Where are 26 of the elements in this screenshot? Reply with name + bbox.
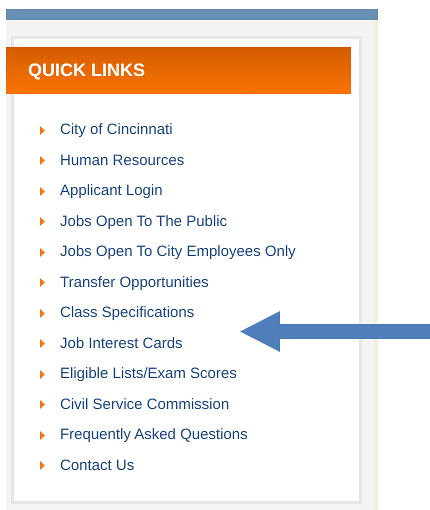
quick-link[interactable]: Jobs Open To City Employees Only	[60, 241, 296, 264]
quick-link[interactable]: Contact Us	[60, 454, 134, 477]
bullet-arrow-icon	[40, 278, 45, 288]
bullet-arrow-icon	[40, 156, 45, 166]
bullet-arrow-icon	[40, 217, 45, 226]
bullet-arrow-icon	[40, 186, 45, 196]
bullet-arrow-icon	[40, 308, 45, 318]
bullet-arrow-icon	[40, 126, 45, 135]
bullet-arrow-icon	[40, 400, 45, 410]
quick-link[interactable]: Eligible Lists/Exam Scores	[60, 363, 237, 386]
quick-link[interactable]: Jobs Open To The Public	[60, 210, 228, 233]
bullet-arrow-icon	[40, 339, 45, 348]
quick-link[interactable]: Transfer Opportunities	[60, 272, 209, 294]
quick-link[interactable]: Applicant Login	[60, 180, 163, 202]
quick-link[interactable]: Class Specifications	[60, 302, 194, 324]
quick-link[interactable]: Human Resources	[60, 150, 184, 172]
quick-link[interactable]: City of Cincinnati	[60, 119, 173, 142]
bullet-arrow-icon	[40, 430, 45, 440]
panel-title: QUICK LINKS	[28, 59, 145, 82]
pointer-arrow-icon	[240, 311, 430, 352]
bullet-arrow-icon	[40, 461, 45, 470]
quick-link[interactable]: Job Interest Cards	[60, 332, 183, 355]
quick-link[interactable]: Civil Service Commission	[60, 394, 230, 416]
quick-link[interactable]: Frequently Asked Questions	[60, 424, 248, 446]
bullet-arrow-icon	[40, 370, 45, 379]
bullet-arrow-icon	[40, 248, 45, 257]
